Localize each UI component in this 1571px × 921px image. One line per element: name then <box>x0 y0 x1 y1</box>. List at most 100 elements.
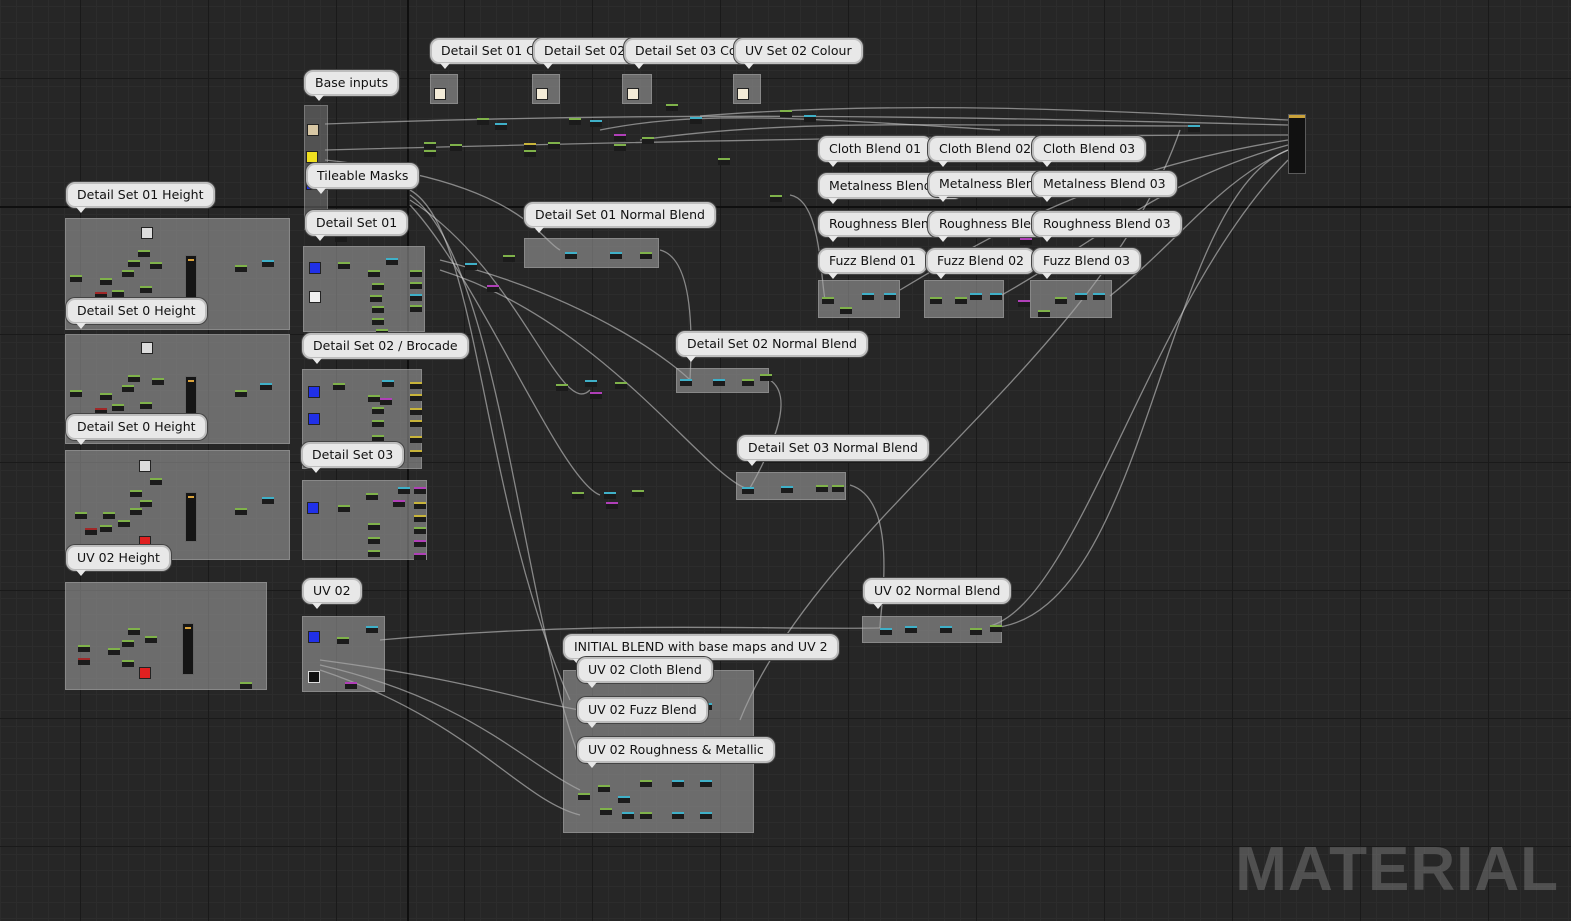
expression-node[interactable] <box>368 537 380 544</box>
expression-node[interactable] <box>78 645 90 652</box>
expression-node[interactable] <box>578 793 590 800</box>
expression-node[interactable] <box>1018 300 1030 307</box>
comment-fuzz-blend-02[interactable]: Fuzz Blend 02 <box>926 248 1035 279</box>
expression-node[interactable] <box>382 380 394 387</box>
expression-node[interactable] <box>122 660 134 667</box>
expression-node[interactable] <box>78 658 90 665</box>
comment-base-inputs[interactable]: Base inputs <box>304 70 400 101</box>
comment-fuzz-blend-01[interactable]: Fuzz Blend 01 <box>818 248 927 279</box>
expression-node[interactable] <box>804 115 816 122</box>
expression-node[interactable] <box>335 235 347 242</box>
comment-cloth-blend-01[interactable]: Cloth Blend 01 <box>818 136 933 167</box>
expression-node[interactable] <box>122 640 134 647</box>
expression-node[interactable] <box>368 523 380 530</box>
expression-node[interactable] <box>610 252 622 259</box>
expression-node[interactable] <box>450 144 462 151</box>
expression-node[interactable] <box>366 493 378 500</box>
expression-node[interactable] <box>372 435 384 442</box>
blue-mask-swatch[interactable] <box>309 262 321 274</box>
detail-set-01-normal-blend-group[interactable] <box>524 238 659 268</box>
expression-node[interactable] <box>700 812 712 819</box>
expression-node[interactable] <box>262 260 274 267</box>
expression-node[interactable] <box>333 383 345 390</box>
expression-node[interactable] <box>140 500 152 507</box>
expression-node[interactable] <box>990 625 1002 632</box>
expression-node[interactable] <box>414 487 426 494</box>
expression-node[interactable] <box>372 306 384 313</box>
expression-node[interactable] <box>640 780 652 787</box>
expression-node[interactable] <box>632 490 644 497</box>
comment-metalness-blend-03[interactable]: Metalness Blend 03 <box>1032 171 1177 202</box>
expression-node[interactable] <box>410 450 422 457</box>
expression-node[interactable] <box>742 487 754 494</box>
white-texture-swatch[interactable] <box>139 460 151 472</box>
expression-node[interactable] <box>780 110 792 117</box>
expression-node[interactable] <box>235 508 247 515</box>
expression-node[interactable] <box>640 252 652 259</box>
expression-node[interactable] <box>585 380 597 387</box>
expression-node[interactable] <box>700 780 712 787</box>
expression-node[interactable] <box>138 250 150 257</box>
expression-node[interactable] <box>235 265 247 272</box>
expression-node[interactable] <box>130 508 142 515</box>
expression-node[interactable] <box>832 485 844 492</box>
expression-node[interactable] <box>108 648 120 655</box>
expression-node[interactable] <box>556 384 568 391</box>
white-texture-swatch[interactable] <box>141 342 153 354</box>
expression-node[interactable] <box>604 492 616 499</box>
expression-node[interactable] <box>424 142 436 149</box>
expression-node[interactable] <box>572 492 584 499</box>
comment-uv-02-roughness-metallic[interactable]: UV 02 Roughness & Metallic <box>577 737 775 768</box>
expression-node[interactable] <box>590 120 602 127</box>
comment-uv-02-fuzz-blend[interactable]: UV 02 Fuzz Blend <box>577 697 708 728</box>
expression-node[interactable] <box>410 420 422 427</box>
expression-node[interactable] <box>524 150 536 157</box>
expression-node[interactable] <box>414 515 426 522</box>
detail-set-03-height-group[interactable] <box>65 450 290 560</box>
expression-node[interactable] <box>618 796 630 803</box>
expression-node[interactable] <box>840 307 852 314</box>
comment-detail-set-03-normal-blend[interactable]: Detail Set 03 Normal Blend <box>737 435 929 466</box>
expression-node[interactable] <box>145 636 157 643</box>
expression-node[interactable] <box>366 626 378 633</box>
comment-detail-set-02-normal-blend[interactable]: Detail Set 02 Normal Blend <box>676 331 868 362</box>
expression-node[interactable] <box>75 512 87 519</box>
expression-node[interactable] <box>503 255 515 262</box>
expression-node[interactable] <box>128 628 140 635</box>
expression-node[interactable] <box>235 390 247 397</box>
detail-set-01-group[interactable] <box>303 246 425 332</box>
expression-node[interactable] <box>424 150 436 157</box>
expression-node[interactable] <box>122 270 134 277</box>
comment-cloth-blend-03[interactable]: Cloth Blend 03 <box>1032 136 1147 167</box>
expression-node[interactable] <box>372 318 384 325</box>
expression-node[interactable] <box>410 436 422 443</box>
comment-detail-set-03[interactable]: Detail Set 03 <box>301 442 405 473</box>
expression-node[interactable] <box>970 293 982 300</box>
expression-node[interactable] <box>112 290 124 297</box>
blue-mask-swatch[interactable] <box>308 386 320 398</box>
colour-swatch[interactable] <box>627 88 639 100</box>
expression-node[interactable] <box>565 252 577 259</box>
expression-node[interactable] <box>742 379 754 386</box>
expression-node[interactable] <box>338 262 350 269</box>
expression-node[interactable] <box>781 486 793 493</box>
comment-uv-02[interactable]: UV 02 <box>302 578 362 609</box>
comment-uv-02-normal-blend[interactable]: UV 02 Normal Blend <box>863 578 1012 609</box>
black-mask-swatch[interactable] <box>308 671 320 683</box>
expression-node[interactable] <box>368 270 380 277</box>
expression-node[interactable] <box>410 408 422 415</box>
comment-detail-set-02-height[interactable]: Detail Set 0 Height <box>66 298 207 329</box>
expression-node[interactable] <box>930 297 942 304</box>
comment-detail-set-03-height[interactable]: Detail Set 0 Height <box>66 414 207 445</box>
expression-node[interactable] <box>150 478 162 485</box>
colour-swatch[interactable] <box>536 88 548 100</box>
expression-node[interactable] <box>614 134 626 141</box>
expression-node[interactable] <box>130 490 142 497</box>
expression-node[interactable] <box>955 297 967 304</box>
expression-node[interactable] <box>640 812 652 819</box>
expression-node[interactable] <box>240 682 252 689</box>
expression-node[interactable] <box>372 407 384 414</box>
expression-node[interactable] <box>465 263 477 270</box>
expression-node[interactable] <box>414 502 426 509</box>
expression-node[interactable] <box>85 528 97 535</box>
